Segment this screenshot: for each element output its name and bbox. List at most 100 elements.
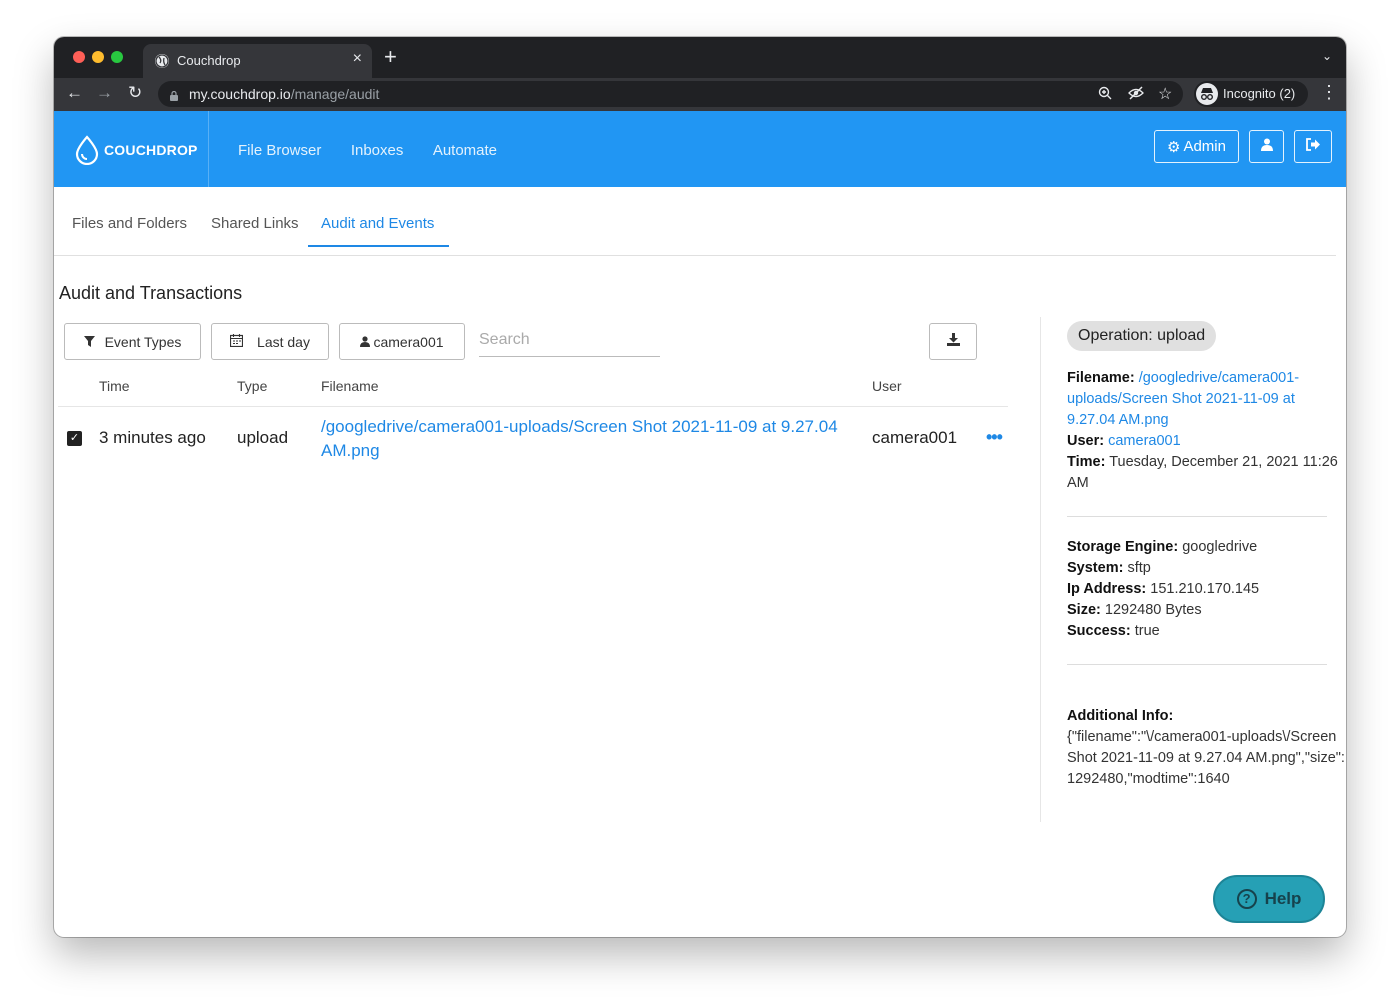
url-path: /manage/audit — [290, 86, 380, 102]
row-user: camera001 — [872, 428, 958, 447]
detail-storage: Storage Engine: googledrive — [1067, 537, 1342, 558]
additional-info-label: Additional Info: — [1067, 708, 1174, 724]
main-nav: File Browser Inboxes Automate — [238, 142, 522, 160]
detail-user-link[interactable]: camera001 — [1108, 433, 1181, 449]
nav-automate[interactable]: Automate — [433, 142, 497, 159]
detail-time-value: Tuesday, December 21, 2021 11:26 AM — [1067, 454, 1338, 491]
size-value: 1292480 Bytes — [1104, 602, 1202, 618]
tab-audit-and-events[interactable]: Audit and Events — [321, 215, 434, 232]
success-value: true — [1134, 623, 1160, 639]
user-filter-button[interactable]: camera001 — [339, 323, 465, 360]
filename-label: Filename: — [1067, 370, 1135, 386]
system-value: sftp — [1127, 560, 1151, 576]
url-text: my.couchdrop.io/manage/audit — [189, 86, 379, 102]
help-button[interactable]: ? Help — [1213, 875, 1325, 923]
star-icon[interactable]: ☆ — [1158, 84, 1172, 104]
detail-additional-label: Additional Info: — [1067, 706, 1342, 727]
detail-filename: Filename: /googledrive/camera001-uploads… — [1067, 368, 1342, 431]
tab-title: Couchdrop — [177, 53, 241, 68]
success-label: Success: — [1067, 623, 1131, 639]
brand[interactable]: COUCHDROP — [54, 111, 209, 187]
user-icon — [360, 334, 371, 350]
maximize-window-button[interactable] — [111, 51, 123, 63]
operation-chip: Operation: upload — [1067, 321, 1217, 351]
filter-icon — [83, 334, 95, 350]
browser-tab[interactable]: Couchdrop × — [143, 44, 372, 78]
minimize-window-button[interactable] — [92, 51, 104, 63]
url-host: my.couchdrop.io — [189, 86, 291, 102]
browser-toolbar: ← → ↻ my.couchdrop.io/manage/audit ☆ Inc… — [54, 78, 1346, 111]
column-header-user[interactable]: User — [872, 378, 902, 394]
admin-button[interactable]: ⚙ Admin — [1154, 130, 1239, 163]
browser-window: Couchdrop × + ⌄ ← → ↻ my.couchdrop.io/ma… — [54, 37, 1346, 937]
gear-icon: ⚙ — [1167, 138, 1181, 156]
browser-menu-icon[interactable]: ⋮ — [1320, 82, 1338, 103]
back-arrow-icon[interactable]: ← — [66, 83, 83, 103]
user-button[interactable] — [1249, 130, 1284, 163]
tab-files-and-folders[interactable]: Files and Folders — [72, 215, 187, 232]
event-details-panel: Operation: upload Filename: /googledrive… — [1067, 321, 1345, 790]
globe-icon — [155, 54, 169, 68]
page-title: Audit and Transactions — [59, 283, 243, 303]
table-header-divider — [58, 406, 1008, 407]
detail-time: Time: Tuesday, December 21, 2021 11:26 A… — [1067, 452, 1342, 494]
detail-size: Size: 1292480 Bytes — [1067, 600, 1342, 621]
incognito-label: Incognito (2) — [1223, 86, 1296, 101]
event-types-filter-button[interactable]: Event Types — [64, 323, 201, 360]
storage-label: Storage Engine: — [1067, 539, 1179, 555]
question-icon: ? — [1236, 889, 1257, 909]
forward-arrow-icon[interactable]: → — [96, 83, 113, 103]
brand-name: COUCHDROP — [104, 142, 198, 158]
nav-file-browser[interactable]: File Browser — [238, 142, 321, 159]
browser-tab-strip: Couchdrop × + ⌄ — [54, 37, 1346, 78]
app-header: COUCHDROP File Browser Inboxes Automate … — [54, 111, 1346, 187]
tab-shared-links[interactable]: Shared Links — [211, 215, 299, 232]
ip-value: 151.210.170.145 — [1150, 581, 1260, 597]
date-range-label: Last day — [257, 333, 310, 350]
download-button[interactable] — [929, 323, 977, 360]
sub-tabs: Files and Folders Shared Links Audit and… — [54, 187, 1336, 256]
size-label: Size: — [1067, 602, 1101, 618]
row-time: 3 minutes ago — [99, 428, 206, 447]
row-filename-link[interactable]: /googledrive/camera001-uploads/Screen Sh… — [321, 415, 861, 463]
column-header-time[interactable]: Time — [99, 378, 130, 394]
row-checkbox[interactable]: ✓ — [67, 431, 82, 446]
chevron-down-icon[interactable]: ⌄ — [1322, 49, 1332, 63]
column-header-type[interactable]: Type — [237, 378, 267, 394]
sign-out-icon — [1305, 138, 1321, 155]
admin-label: Admin — [1183, 138, 1226, 155]
lock-icon — [170, 88, 178, 101]
help-label: Help — [1264, 889, 1302, 908]
incognito-indicator[interactable]: Incognito (2) — [1194, 81, 1308, 107]
additional-info-value: {"filename":"\/camera001-uploads\/Screen… — [1067, 729, 1345, 787]
system-label: System: — [1067, 560, 1124, 576]
calendar-icon — [229, 333, 244, 350]
event-types-label: Event Types — [104, 333, 182, 350]
close-window-button[interactable] — [73, 51, 85, 63]
ip-label: Ip Address: — [1067, 581, 1147, 597]
logout-button[interactable] — [1294, 130, 1332, 163]
detail-user: User: camera001 — [1067, 431, 1342, 452]
storage-value: googledrive — [1182, 539, 1258, 555]
row-type: upload — [237, 428, 289, 447]
eye-slash-icon[interactable] — [1128, 86, 1144, 103]
user-filter-label: camera001 — [373, 333, 444, 350]
nav-inboxes[interactable]: Inboxes — [351, 142, 404, 159]
detail-ip: Ip Address: 151.210.170.145 — [1067, 579, 1342, 600]
user-icon — [1260, 138, 1273, 155]
active-tab-indicator — [308, 245, 449, 247]
panel-divider — [1040, 317, 1041, 822]
new-tab-button[interactable]: + — [384, 46, 397, 68]
close-tab-icon[interactable]: × — [353, 50, 362, 68]
more-options-icon[interactable]: ••• — [986, 427, 1003, 448]
detail-system: System: sftp — [1067, 558, 1342, 579]
search-input[interactable]: Search — [479, 327, 660, 357]
address-bar[interactable]: my.couchdrop.io/manage/audit ☆ — [158, 81, 1183, 107]
reload-icon[interactable]: ↻ — [128, 83, 142, 103]
zoom-icon[interactable] — [1098, 86, 1112, 103]
user-label: User: — [1067, 433, 1105, 449]
detail-success: Success: true — [1067, 621, 1342, 642]
time-label: Time: — [1067, 454, 1106, 470]
date-range-filter-button[interactable]: Last day — [211, 323, 329, 360]
column-header-filename[interactable]: Filename — [321, 378, 379, 394]
